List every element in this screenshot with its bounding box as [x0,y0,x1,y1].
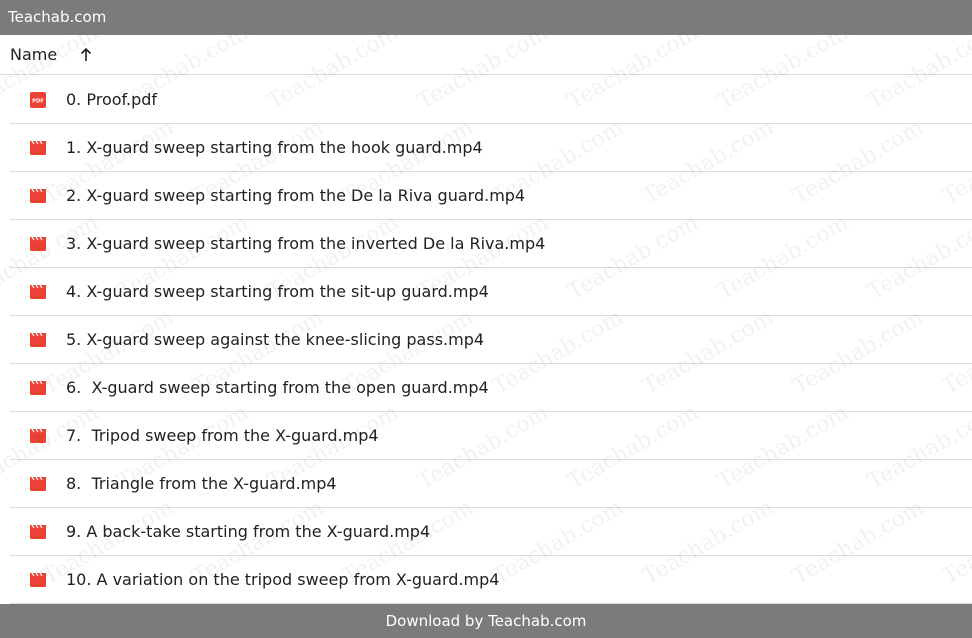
pdf-icon: PDF [30,92,46,108]
file-name[interactable]: 1. X-guard sweep starting from the hook … [66,124,483,172]
file-list: PDF 0. Proof.pdf 1. X-guard sweep starting… [10,76,972,604]
footer-bar: Download by Teachab.com [0,604,972,638]
video-icon [30,572,46,588]
video-icon [30,236,46,252]
file-row[interactable]: 5. X-guard sweep against the knee-slicin… [10,316,972,364]
file-row[interactable]: 8. Triangle from the X-guard.mp4 [10,460,972,508]
footer-text[interactable]: Download by Teachab.com [386,612,587,630]
file-row[interactable]: 6. X-guard sweep starting from the open … [10,364,972,412]
video-icon [30,380,46,396]
video-icon [30,428,46,444]
file-row[interactable]: 9. A back-take starting from the X-guard… [10,508,972,556]
file-name[interactable]: 8. Triangle from the X-guard.mp4 [66,460,337,508]
file-name[interactable]: 2. X-guard sweep starting from the De la… [66,172,525,220]
file-row[interactable]: 3. X-guard sweep starting from the inver… [10,220,972,268]
arrow-up-icon[interactable] [79,47,93,63]
video-icon [30,476,46,492]
file-name[interactable]: 6. X-guard sweep starting from the open … [66,364,489,412]
file-row[interactable]: PDF 0. Proof.pdf [10,76,972,124]
name-column-header[interactable]: Name [10,45,57,64]
file-name[interactable]: 9. A back-take starting from the X-guard… [66,508,430,556]
file-name[interactable]: 4. X-guard sweep starting from the sit-u… [66,268,489,316]
list-header: Name [0,35,972,75]
file-name[interactable]: 7. Tripod sweep from the X-guard.mp4 [66,412,379,460]
video-icon [30,284,46,300]
site-title: Teachab.com [8,8,107,26]
file-row[interactable]: 2. X-guard sweep starting from the De la… [10,172,972,220]
file-row[interactable]: 7. Tripod sweep from the X-guard.mp4 [10,412,972,460]
video-icon [30,332,46,348]
svg-text:PDF: PDF [32,99,44,105]
file-name[interactable]: 3. X-guard sweep starting from the inver… [66,220,545,268]
file-name[interactable]: 5. X-guard sweep against the knee-slicin… [66,316,484,364]
file-name[interactable]: 0. Proof.pdf [66,76,157,124]
file-row[interactable]: 4. X-guard sweep starting from the sit-u… [10,268,972,316]
top-bar: Teachab.com [0,0,972,35]
video-icon [30,188,46,204]
video-icon [30,140,46,156]
file-row[interactable]: 1. X-guard sweep starting from the hook … [10,124,972,172]
file-row[interactable]: 10. A variation on the tripod sweep from… [10,556,972,604]
file-name[interactable]: 10. A variation on the tripod sweep from… [66,556,499,604]
video-icon [30,524,46,540]
